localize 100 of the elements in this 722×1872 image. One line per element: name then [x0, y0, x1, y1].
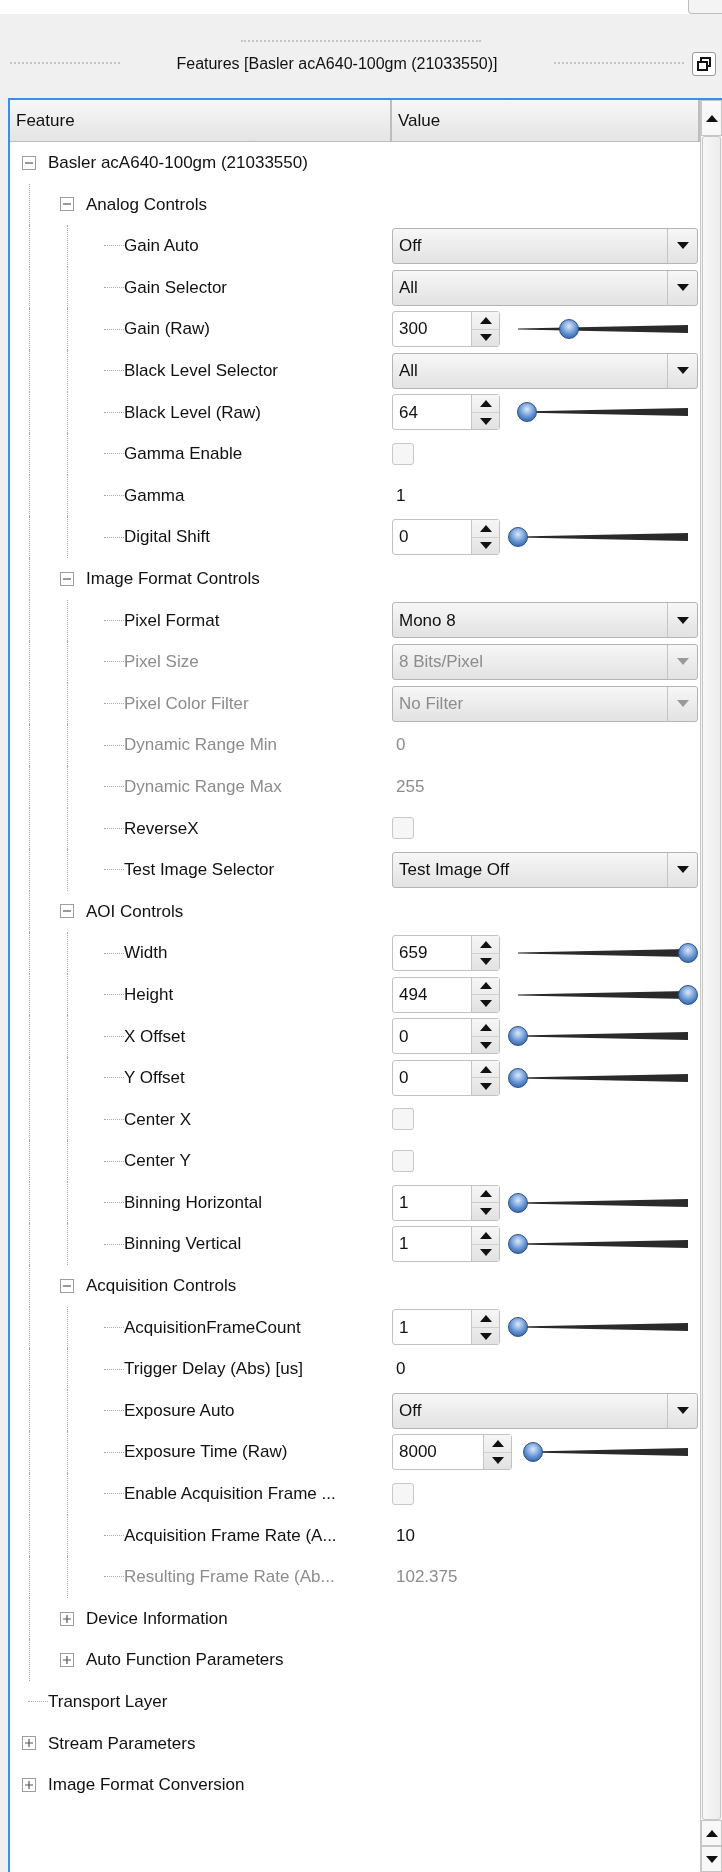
- slider-thumb[interactable]: [508, 1317, 528, 1338]
- slider-thumb[interactable]: [508, 1067, 528, 1088]
- spin-box[interactable]: 1: [392, 1309, 500, 1346]
- slider-thumb[interactable]: [508, 1026, 528, 1047]
- feature-label: Acquisition Frame Rate (A...: [124, 1524, 337, 1547]
- feature-label: Gamma: [124, 484, 185, 507]
- feature-label: Width: [124, 942, 168, 965]
- feature-label: Resulting Frame Rate (Ab...: [124, 1566, 335, 1589]
- feature-label: Gain (Raw): [124, 318, 210, 341]
- caret-icon: [676, 367, 689, 375]
- spin-box[interactable]: 0: [392, 1018, 500, 1055]
- feature-label: X Offset: [124, 1025, 186, 1048]
- spin-box[interactable]: 8000: [392, 1434, 512, 1471]
- dropdown[interactable]: Mono 8: [392, 602, 698, 639]
- feature-label: Acquisition Controls: [86, 1275, 237, 1298]
- restore-button[interactable]: [692, 52, 716, 76]
- up-arrow-icon[interactable]: [705, 114, 718, 122]
- spin-box[interactable]: 494: [392, 976, 500, 1013]
- restore-icon: [697, 57, 711, 71]
- checkbox[interactable]: [392, 1150, 414, 1173]
- caret-icon: [479, 958, 492, 966]
- scrollbar[interactable]: [700, 100, 722, 1872]
- feature-label: Stream Parameters: [48, 1732, 196, 1755]
- window-title: Features [Basler acA640-100gm (21033550)]: [175, 54, 499, 74]
- slider-thumb[interactable]: [516, 402, 537, 423]
- value-text: 0: [395, 734, 406, 757]
- slider-thumb[interactable]: [559, 319, 579, 340]
- feature-label: Transport Layer: [48, 1691, 168, 1713]
- slider-thumb[interactable]: [678, 984, 698, 1005]
- caret-icon: [676, 616, 689, 624]
- feature-label: Black Level (Raw): [124, 401, 261, 424]
- up-arrow-icon[interactable]: [479, 1190, 492, 1198]
- slider-thumb[interactable]: [508, 1192, 528, 1213]
- dropdown[interactable]: Off: [392, 1392, 698, 1429]
- slider-thumb[interactable]: [523, 1442, 544, 1463]
- feature-label: Gain Auto: [124, 235, 199, 258]
- feature-label: Pixel Size: [124, 651, 199, 674]
- spin-box[interactable]: 0: [392, 519, 500, 556]
- feature-label: Height: [124, 983, 174, 1006]
- value-text: 10: [395, 1524, 415, 1547]
- collapse-icon[interactable]: [60, 904, 74, 919]
- feature-label: Image Format Controls: [86, 568, 260, 590]
- caret-icon: [676, 866, 689, 874]
- dropdown[interactable]: All: [392, 352, 698, 389]
- feature-label: Trigger Delay (Abs) [us]: [124, 1358, 303, 1381]
- collapse-icon[interactable]: [60, 197, 74, 212]
- caret-icon: [676, 700, 689, 707]
- column-header[interactable]: Feature: [10, 100, 392, 141]
- spin-box[interactable]: 64: [392, 394, 500, 431]
- dropdown[interactable]: Off: [392, 228, 698, 264]
- collapse-icon[interactable]: [22, 155, 36, 170]
- slider-thumb[interactable]: [678, 943, 698, 964]
- spin-box[interactable]: 0: [392, 1059, 500, 1096]
- checkbox[interactable]: [392, 1482, 414, 1505]
- feature-label: Binning Vertical: [124, 1233, 242, 1256]
- value-text: 102.375: [395, 1566, 458, 1589]
- dropdown[interactable]: Test Image Off: [392, 851, 698, 888]
- feature-label: Gamma Enable: [124, 443, 243, 466]
- collapse-icon[interactable]: [60, 1278, 74, 1293]
- spin-box[interactable]: 659: [392, 935, 500, 972]
- collapse-icon[interactable]: [60, 571, 74, 586]
- caret-icon: [479, 999, 492, 1007]
- checkbox[interactable]: [392, 1108, 414, 1131]
- spin-box[interactable]: 1: [392, 1226, 500, 1263]
- caret-icon: [479, 417, 492, 425]
- caret-icon: [479, 1083, 492, 1091]
- value-text: 1: [395, 484, 406, 507]
- feature-label: Dynamic Range Min: [124, 734, 278, 757]
- expand-icon[interactable]: [60, 1611, 74, 1626]
- feature-label: Pixel Color Filter: [124, 692, 249, 715]
- spin-box[interactable]: 300: [392, 311, 500, 348]
- expand-icon[interactable]: [60, 1653, 74, 1668]
- feature-label: Binning Horizontal: [124, 1191, 262, 1214]
- spin-box[interactable]: 1: [392, 1184, 500, 1221]
- up-arrow-icon[interactable]: [479, 1024, 492, 1031]
- checkbox[interactable]: [392, 817, 414, 840]
- up-arrow-icon[interactable]: [479, 940, 492, 948]
- up-arrow-icon[interactable]: [479, 524, 492, 532]
- feature-label: Auto Function Parameters: [86, 1649, 284, 1672]
- up-arrow-icon[interactable]: [479, 1065, 492, 1073]
- slider-thumb[interactable]: [508, 1234, 528, 1255]
- value-text: 255: [395, 775, 425, 798]
- caret-icon: [479, 1041, 492, 1049]
- up-arrow-icon[interactable]: [705, 1829, 718, 1837]
- up-arrow-icon[interactable]: [479, 982, 492, 990]
- dropdown[interactable]: All: [392, 269, 698, 306]
- expand-icon[interactable]: [22, 1736, 36, 1751]
- expand-icon[interactable]: [22, 1777, 36, 1792]
- feature-label: Digital Shift: [124, 526, 210, 549]
- caret-icon: [676, 284, 689, 292]
- feature-label: Image Format Conversion: [48, 1774, 245, 1797]
- up-arrow-icon[interactable]: [491, 1439, 504, 1447]
- checkbox[interactable]: [392, 442, 414, 465]
- feature-label: Pixel Format: [124, 609, 220, 632]
- up-arrow-icon[interactable]: [479, 1315, 492, 1323]
- caret-icon: [491, 1457, 504, 1465]
- slider-thumb[interactable]: [508, 527, 528, 548]
- up-arrow-icon[interactable]: [479, 1232, 492, 1239]
- up-arrow-icon[interactable]: [479, 400, 492, 408]
- up-arrow-icon[interactable]: [479, 316, 492, 324]
